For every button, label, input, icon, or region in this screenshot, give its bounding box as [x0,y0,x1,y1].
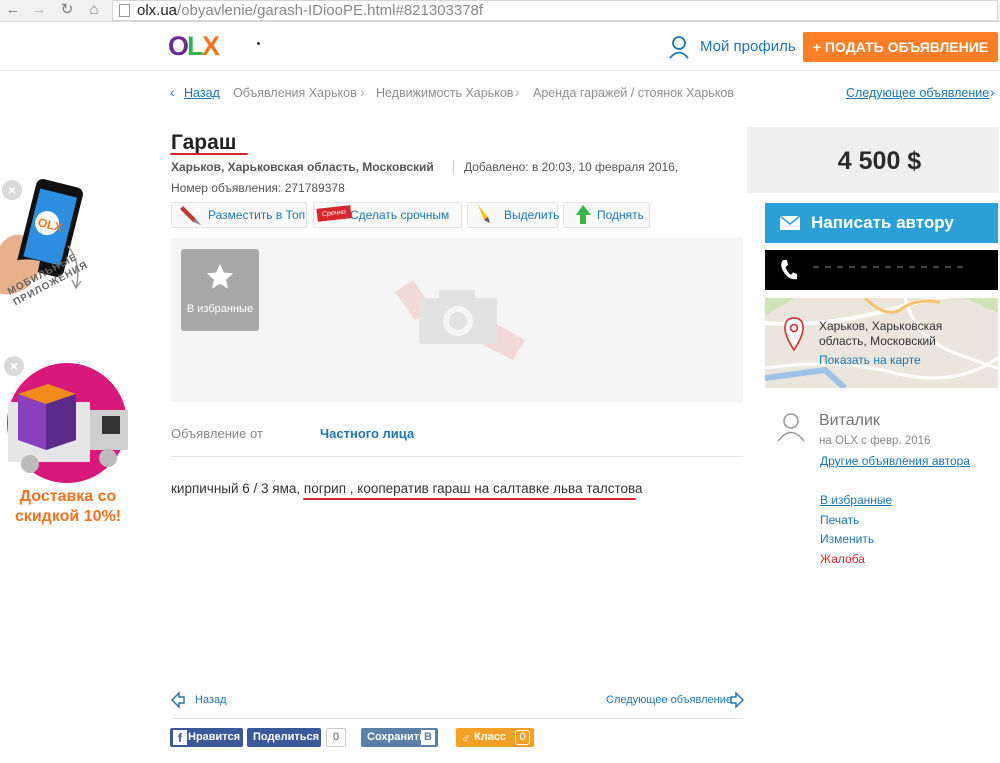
make-urgent-label: Сделать срочным [350,208,450,222]
author-avatar-icon [777,413,805,442]
user-icon[interactable] [668,35,690,59]
breadcrumb-item-kharkiv[interactable]: Объявления Харьков [233,86,357,100]
ok-label: Класс [474,731,507,743]
header-dot [257,42,260,45]
author-name: Виталик [819,412,880,429]
like-label: Нравится [188,731,241,743]
seller-type-value: Частного лица [320,426,415,441]
map-address-line2: область, Московский [819,334,936,348]
address-bar[interactable]: olx.ua/obyavlenie/garash-IDiooPE.html#82… [112,0,998,21]
chevron-right-icon: › [515,84,520,100]
ok-class-button[interactable]: ♂ Класс 0 [456,728,534,747]
rocket-icon [180,206,201,225]
delivery-truck-image [7,363,128,483]
seller-divider [171,456,743,457]
breadcrumb-item-garages[interactable]: Аренда гаражей / стоянок Харьков [533,86,734,100]
show-on-map-link[interactable]: Показать на карте [819,353,942,368]
write-author-button[interactable]: Написать автору [765,203,998,243]
description-underline-mark [303,498,636,500]
promote-top-button[interactable]: Разместить в Топ [171,202,307,228]
save-label: Сохранить [367,731,426,743]
share-count: 0 [326,728,346,747]
next-outline-icon[interactable] [729,691,745,709]
title-underline-mark [170,153,248,155]
make-urgent-button[interactable]: Срочно Сделать срочным [313,202,462,228]
map-pin-icon [784,317,804,352]
sidebar-favorites-link[interactable]: В избранные [820,493,892,507]
vk-icon: B [421,730,435,745]
raise-label: Поднять [597,208,644,222]
post-ad-button[interactable]: + ПОДАТЬ ОБЪЯВЛЕНИЕ [803,32,998,62]
listing-description: кирпичный 6 / 3 яма, погрип , кооператив… [171,481,643,496]
price-value: 4 500 $ [837,147,922,175]
facebook-share-button[interactable]: Поделиться [247,728,321,747]
report-link[interactable]: Жалоба [820,552,865,566]
camera-placeholder-icon [395,280,525,360]
page-icon [119,4,130,17]
bottom-next-link[interactable]: Следующее объявление [606,694,732,706]
map-address: Харьков, Харьковская область, Московский… [819,319,942,368]
description-plain: кирпичный 6 / 3 яма, [171,481,304,496]
home-icon[interactable]: ⌂ [85,1,103,19]
chevron-left-icon: ‹ [170,84,175,100]
chevron-right-icon: › [360,84,365,100]
bottom-divider [171,718,743,719]
url-host: olx.ua [137,2,178,19]
breadcrumb-back-link[interactable]: Назад [184,86,220,100]
promote-top-label: Разместить в Топ [208,208,306,222]
show-phone-button[interactable] [765,250,998,290]
svg-text:X: X [202,31,220,61]
highlight-button[interactable]: Выделить [467,202,560,228]
other-ads-link[interactable]: Другие объявления автора [820,454,970,468]
delivery-line2: скидкой 10%! [14,508,122,525]
envelope-icon [780,216,800,230]
listing-added: Добавлено: в 20:03, 10 февраля 2016, [464,160,679,174]
browser-toolbar: ← → ↻ ⌂ olx.ua/obyavlenie/garash-IDiooPE… [0,0,1000,22]
olx-logo[interactable]: O L X [166,26,226,66]
facebook-like-button[interactable]: f Нравится [170,728,243,747]
reload-icon[interactable]: ↻ [58,1,76,19]
author-since: на OLX с февр. 2016 [819,435,931,447]
listing-title: Гараш [171,131,237,154]
next-ad-link[interactable]: Следующее объявление [846,86,989,100]
raise-button[interactable]: Поднять [563,202,650,228]
listing-number: Номер объявления: 271789378 [171,181,345,195]
odnoklassniki-icon: ♂ [461,730,471,745]
highlight-label: Выделить [504,208,560,222]
phone-icon [781,260,797,280]
back-outline-icon[interactable] [170,691,186,709]
map-address-line1: Харьков, Харьковская [819,319,943,333]
svg-text:O: O [168,31,189,61]
back-arrow-icon[interactable]: ← [4,1,22,19]
print-link[interactable]: Печать [820,513,859,527]
favorites-label: В избранные [186,303,254,315]
description-marked: погрип , кооператив гараш на салтавке ль… [303,481,643,496]
vk-save-button[interactable]: Сохранить B [361,728,438,747]
delivery-line1: Доставка со [19,488,117,505]
chevron-right-icon: › [990,84,995,100]
meta-divider [453,160,454,175]
star-icon [207,264,233,289]
url-path: /obyavlenie/garash-IDiooPE.html#82130337… [177,2,484,19]
forward-arrow-icon[interactable]: → [30,1,48,19]
phone-number-hidden [813,266,963,268]
breadcrumb-item-realty[interactable]: Недвижимость Харьков [376,86,513,100]
bottom-back-link[interactable]: Назад [195,694,227,706]
delivery-ad[interactable]: Доставка со скидкой 10%! [0,360,140,535]
header-divider [0,70,1000,71]
seller-type-label: Объявление от [171,426,263,441]
listing-location[interactable]: Харьков, Харьковская область, Московский [171,160,434,174]
my-profile-link[interactable]: Мой профиль [700,38,796,55]
facebook-icon: f [173,730,187,745]
write-author-label: Написать автору [811,213,954,232]
add-to-favorites-button[interactable]: В избранные [181,249,259,331]
urgent-tag-icon: Срочно [316,205,352,222]
raise-arrow-icon [576,205,591,224]
ok-count: 0 [515,730,530,745]
highlighter-icon [478,205,490,223]
mobile-app-ad[interactable]: OLX МОБИЛЬНЫЕ ПРИЛОЖЕНИЯ [0,176,110,344]
edit-link[interactable]: Изменить [820,532,874,546]
